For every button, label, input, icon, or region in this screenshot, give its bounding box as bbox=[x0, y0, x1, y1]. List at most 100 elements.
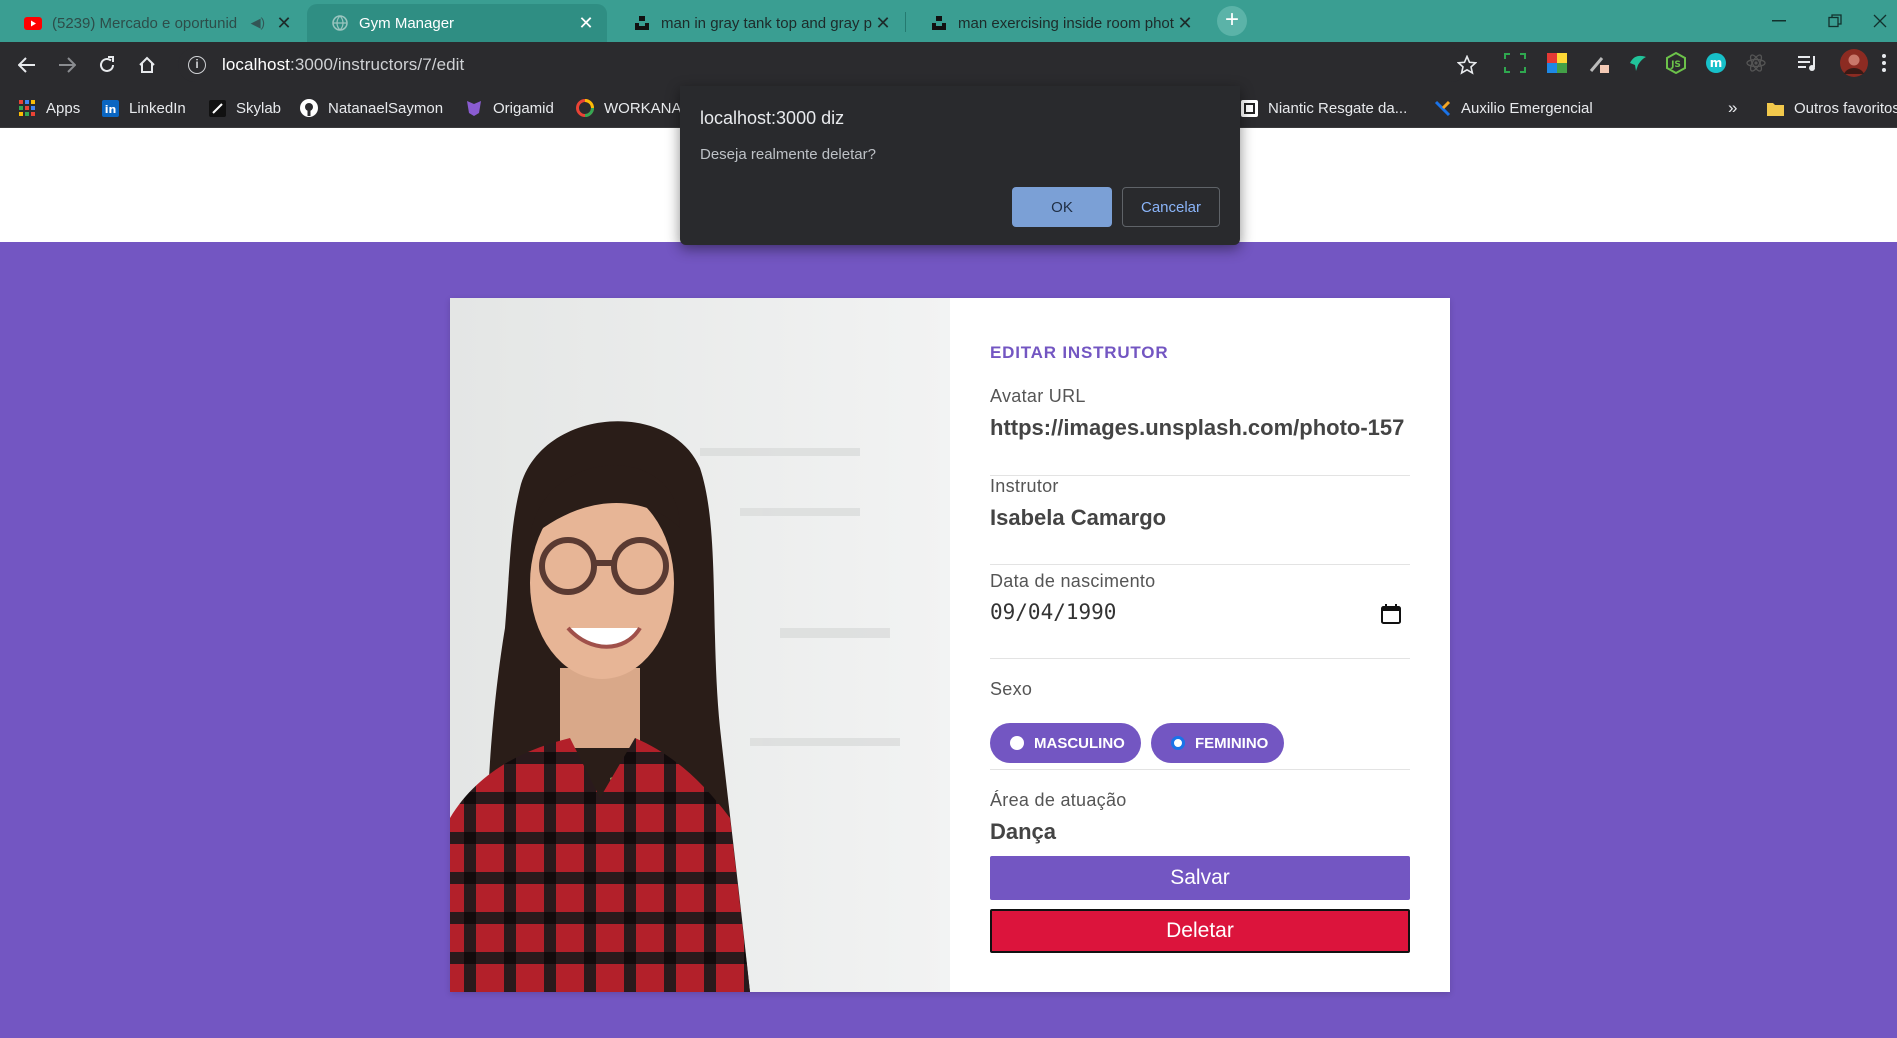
forward-button[interactable] bbox=[52, 50, 82, 80]
bookmark-origamid[interactable]: Origamid bbox=[465, 88, 554, 128]
m-extension-icon[interactable]: m bbox=[1705, 52, 1727, 74]
services-label: Área de atuação bbox=[990, 790, 1127, 810]
radio-button[interactable] bbox=[1010, 736, 1024, 750]
close-icon[interactable]: ✕ bbox=[275, 13, 293, 34]
svg-text:JS: JS bbox=[1670, 60, 1681, 70]
color-picker-extension-icon[interactable] bbox=[1546, 52, 1568, 74]
instructor-name-input[interactable]: Isabela Camargo bbox=[990, 505, 1410, 531]
gender-field: Sexo MASCULINO FEMININO bbox=[990, 659, 1410, 770]
bookmark-star-button[interactable] bbox=[1452, 50, 1482, 80]
address-bar[interactable]: i localhost:3000/instructors/7/edit bbox=[178, 48, 1468, 82]
avatar-url-label: Avatar URL bbox=[990, 386, 1086, 406]
birth-date-field[interactable]: Data de nascimento 09/04/1990 bbox=[990, 565, 1410, 659]
bookmark-label: Apps bbox=[46, 99, 81, 117]
screenshot-extension-icon[interactable] bbox=[1504, 52, 1526, 74]
minimize-button[interactable] bbox=[1750, 0, 1808, 42]
bookmark-github[interactable]: NatanaelSaymon bbox=[300, 88, 443, 128]
form-title: EDITAR INSTRUTOR bbox=[990, 343, 1169, 362]
back-button[interactable] bbox=[12, 50, 42, 80]
birth-date-input[interactable]: 09/04/1990 bbox=[990, 600, 1410, 624]
restore-icon bbox=[1828, 14, 1842, 28]
reload-button[interactable] bbox=[92, 50, 122, 80]
tab-title: (5239) Mercado e oportunid bbox=[52, 14, 238, 32]
radio-button-checked[interactable] bbox=[1171, 736, 1185, 750]
save-button[interactable]: Salvar bbox=[990, 856, 1410, 900]
url-text: localhost:3000/instructors/7/edit bbox=[222, 55, 465, 74]
tab-gym-manager[interactable]: Gym Manager ✕ bbox=[307, 4, 607, 42]
svg-text:in: in bbox=[104, 103, 116, 116]
nodejs-extension-icon[interactable]: JS bbox=[1665, 52, 1687, 74]
apps-grid-icon bbox=[18, 99, 36, 117]
gender-option-masculino[interactable]: MASCULINO bbox=[990, 723, 1141, 763]
services-field[interactable]: Área de atuação Dança bbox=[990, 770, 1410, 860]
arrow-left-icon bbox=[18, 57, 35, 73]
close-icon[interactable]: ✕ bbox=[874, 13, 892, 34]
dialog-cancel-button[interactable]: Cancelar bbox=[1122, 187, 1220, 227]
svg-text:m: m bbox=[1710, 56, 1723, 70]
bookmark-apps[interactable]: Apps bbox=[18, 88, 80, 128]
arrow-right-icon bbox=[59, 57, 76, 73]
tab-title: man exercising inside room phot bbox=[958, 14, 1174, 32]
dialog-message: Deseja realmente deletar? bbox=[700, 146, 876, 163]
linkedin-icon: in bbox=[101, 99, 119, 117]
muted-speaker-icon[interactable]: ◀︎) bbox=[251, 15, 265, 31]
tab-strip: (5239) Mercado e oportunid ◀︎) ✕ Gym Man… bbox=[0, 0, 1897, 42]
tab-unsplash-2[interactable]: man exercising inside room phot ✕ bbox=[906, 4, 1206, 42]
bookmark-auxilio[interactable]: Auxilio Emergencial bbox=[1433, 88, 1593, 128]
close-icon[interactable]: ✕ bbox=[1176, 13, 1194, 34]
bookmark-label: Niantic Resgate da... bbox=[1268, 99, 1408, 117]
avatar-url-field[interactable]: Avatar URL https://images.unsplash.com/p… bbox=[990, 386, 1410, 476]
bookmark-niantic[interactable]: Niantic Resgate da... bbox=[1240, 88, 1407, 128]
calendar-icon[interactable] bbox=[1380, 603, 1402, 625]
workana-icon bbox=[576, 99, 594, 117]
gender-option-feminino[interactable]: FEMININO bbox=[1151, 723, 1285, 763]
bookmark-label: Outros favoritos bbox=[1794, 99, 1897, 117]
instructor-card: EDITAR INSTRUTOR Avatar URL https://imag… bbox=[450, 298, 1450, 992]
bookmark-label: WORKANA bbox=[604, 99, 682, 117]
radio-label: FEMININO bbox=[1195, 734, 1269, 752]
menu-kebab-icon[interactable] bbox=[1878, 52, 1890, 74]
instructor-name-label: Instrutor bbox=[990, 476, 1059, 496]
github-icon bbox=[300, 99, 318, 117]
bookmark-label: Skylab bbox=[236, 99, 282, 117]
delete-button[interactable]: Deletar bbox=[990, 909, 1410, 953]
bookmark-linkedin[interactable]: in LinkedIn bbox=[101, 88, 186, 128]
hummingbird-extension-icon[interactable] bbox=[1627, 52, 1649, 74]
close-icon bbox=[1873, 14, 1886, 28]
skylab-icon bbox=[208, 99, 226, 117]
services-input[interactable]: Dança bbox=[990, 819, 1410, 845]
tab-unsplash-1[interactable]: man in gray tank top and gray p ✕ bbox=[609, 4, 904, 42]
origamid-icon bbox=[465, 99, 483, 117]
bookmark-label: LinkedIn bbox=[129, 99, 186, 117]
gender-label: Sexo bbox=[990, 679, 1033, 699]
bookmark-skylab[interactable]: Skylab bbox=[208, 88, 281, 128]
avatar-url-input[interactable]: https://images.unsplash.com/photo-157 bbox=[990, 415, 1410, 441]
other-bookmarks-folder[interactable]: Outros favoritos bbox=[1766, 88, 1897, 128]
info-icon[interactable]: i bbox=[188, 56, 206, 74]
new-tab-button[interactable]: + bbox=[1217, 6, 1247, 36]
instructor-avatar-image bbox=[450, 298, 950, 992]
folder-icon bbox=[1766, 99, 1784, 117]
caixa-icon bbox=[1433, 99, 1451, 117]
unsplash-icon bbox=[930, 14, 948, 32]
profile-avatar[interactable] bbox=[1840, 49, 1868, 77]
globe-icon bbox=[331, 14, 349, 32]
tab-youtube[interactable]: (5239) Mercado e oportunid ◀︎) ✕ bbox=[0, 4, 305, 42]
home-icon bbox=[139, 56, 155, 73]
unsplash-icon bbox=[633, 14, 651, 32]
bookmark-workana[interactable]: WORKANA bbox=[576, 88, 682, 128]
instructor-name-field[interactable]: Instrutor Isabela Camargo bbox=[990, 476, 1410, 565]
react-devtools-icon[interactable] bbox=[1745, 52, 1767, 74]
home-button[interactable] bbox=[132, 50, 162, 80]
media-control-icon[interactable] bbox=[1797, 52, 1819, 74]
dialog-ok-button[interactable]: OK bbox=[1012, 187, 1112, 227]
eyedropper-extension-icon[interactable] bbox=[1588, 52, 1610, 74]
bookmarks-overflow-button[interactable]: » bbox=[1728, 88, 1737, 128]
restore-button[interactable] bbox=[1806, 0, 1864, 42]
tab-title: Gym Manager bbox=[359, 14, 455, 32]
tab-title: man in gray tank top and gray p bbox=[661, 14, 872, 32]
radio-label: MASCULINO bbox=[1034, 734, 1125, 752]
close-icon[interactable]: ✕ bbox=[577, 13, 595, 34]
dialog-title: localhost:3000 diz bbox=[700, 108, 845, 128]
close-window-button[interactable] bbox=[1862, 0, 1897, 42]
